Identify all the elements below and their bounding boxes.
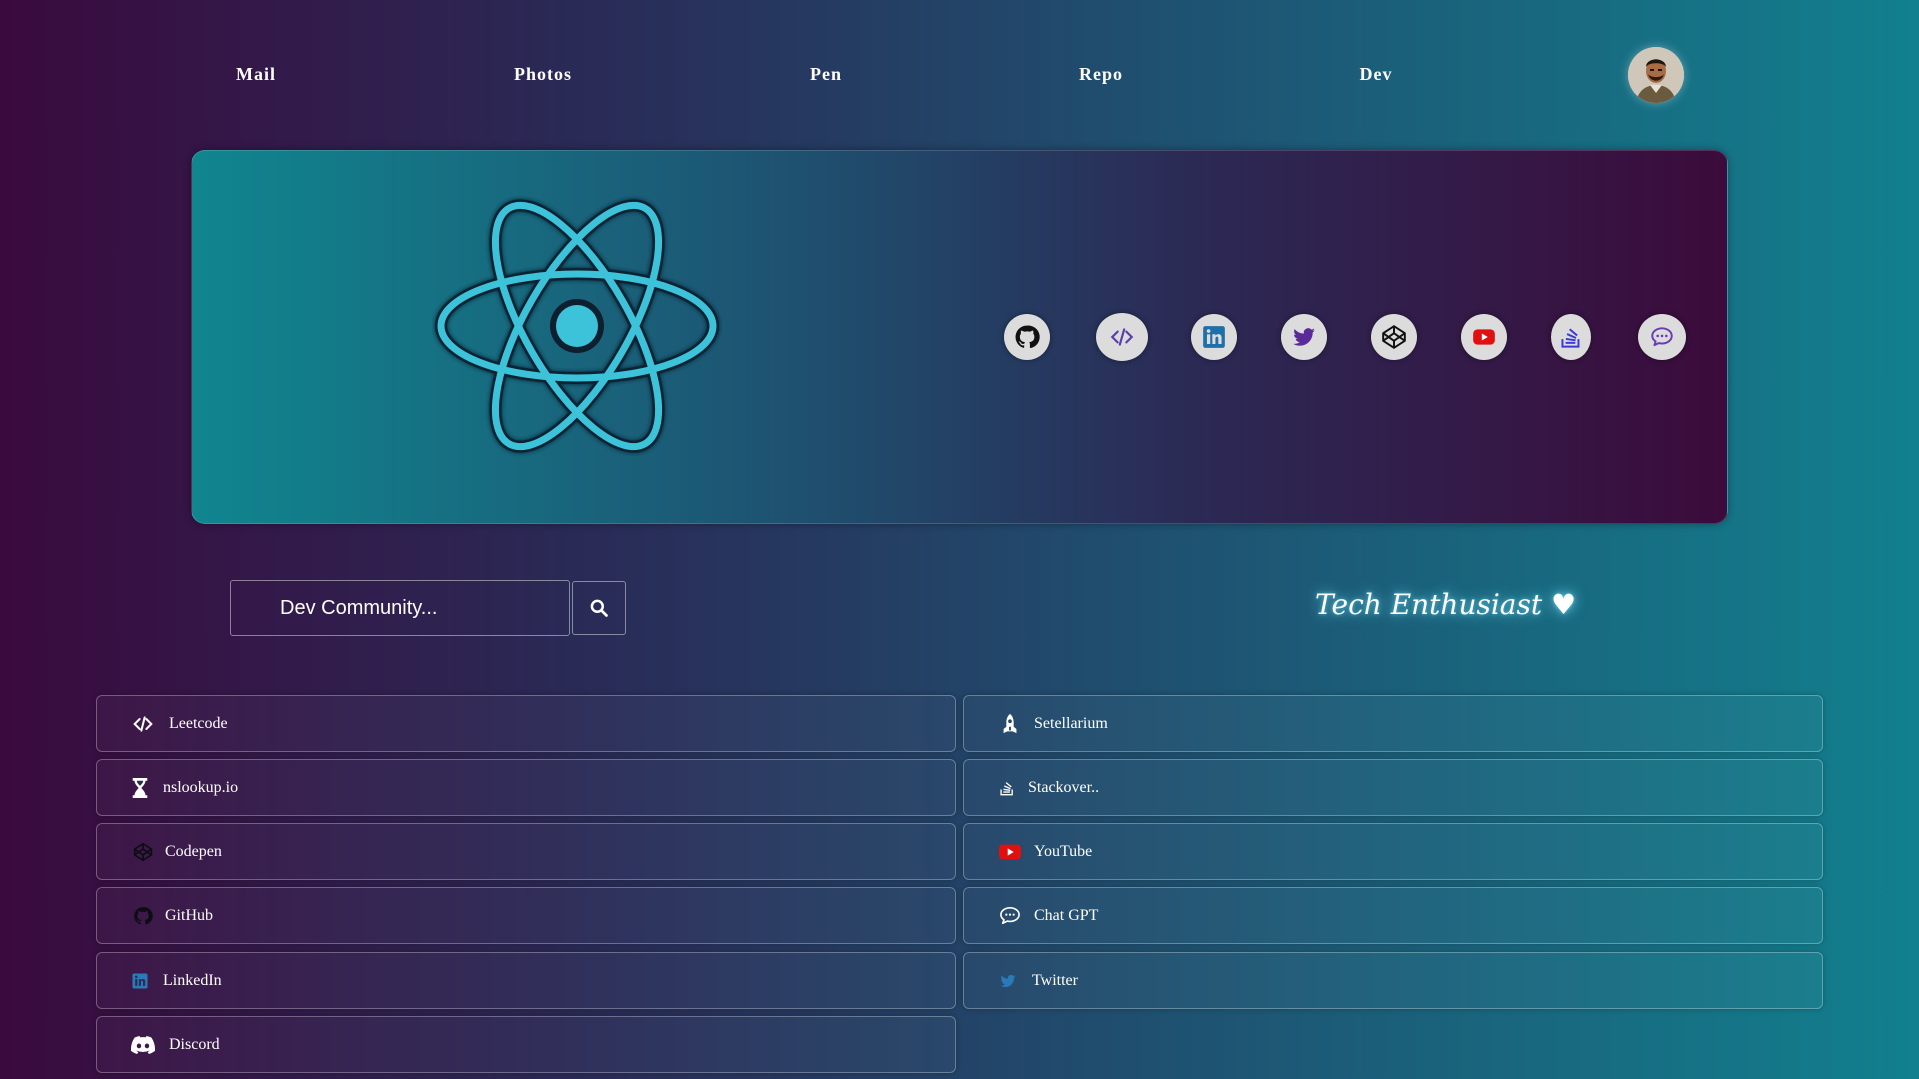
rocket-icon [998,712,1022,736]
link-label: Discord [169,1035,220,1053]
link-label: LinkedIn [163,971,222,989]
user-avatar-icon [1628,47,1684,103]
link-label: Leetcode [169,714,228,732]
hero-banner [191,150,1728,524]
hourglass-icon [131,776,149,800]
link-nslookup[interactable]: nslookup.io [96,759,956,816]
discord-icon [131,1033,155,1057]
link-label: GitHub [165,906,213,924]
chat-icon[interactable] [1638,314,1686,360]
codepen-icon[interactable] [1371,314,1417,360]
link-label: Chat GPT [1034,906,1099,924]
link-chatgpt[interactable]: Chat GPT [963,887,1823,944]
stackoverflow-icon[interactable] [1551,314,1591,360]
social-icons-row [1004,313,1694,361]
search-input[interactable] [230,580,570,636]
nav-link-mail[interactable]: Mail [236,64,276,85]
nav-link-dev[interactable]: Dev [1360,64,1393,85]
link-leetcode[interactable]: Leetcode [96,695,956,752]
link-label: Setellarium [1034,714,1108,732]
search-button[interactable] [572,581,626,635]
chat-icon [998,904,1022,928]
nav-link-pen[interactable]: Pen [810,64,842,85]
user-avatar[interactable] [1628,47,1684,103]
twitter-icon[interactable] [1281,314,1327,360]
link-github[interactable]: GitHub [96,887,956,944]
link-youtube[interactable]: YouTube [963,823,1823,880]
link-discord[interactable]: Discord [96,1016,956,1073]
nav-link-photos[interactable]: Photos [514,64,572,85]
tagline: Tech Enthusiast ♥ [1315,588,1577,621]
stackoverflow-icon [998,776,1016,800]
react-atom-icon [435,199,719,453]
link-twitter[interactable]: Twitter [963,952,1823,1009]
youtube-icon [998,840,1022,864]
code-icon[interactable] [1096,313,1148,361]
link-label: Stackover.. [1028,778,1100,796]
link-label: nslookup.io [163,778,239,796]
github-icon[interactable] [1004,314,1050,360]
link-codepen[interactable]: Codepen [96,823,956,880]
link-linkedin[interactable]: LinkedIn [96,952,956,1009]
linkedin-icon [131,969,149,993]
link-label: Codepen [165,842,222,860]
top-nav: Mail Photos Pen Repo Dev [0,0,1919,150]
codepen-icon [131,840,155,864]
link-label: YouTube [1034,842,1093,860]
nav-link-repo[interactable]: Repo [1079,64,1123,85]
code-icon [131,712,155,736]
twitter-icon [998,969,1018,993]
youtube-icon[interactable] [1461,314,1507,360]
link-label: Twitter [1032,971,1078,989]
link-setellarium[interactable]: Setellarium [963,695,1823,752]
search-icon [590,599,608,617]
github-icon [131,904,155,928]
linkedin-icon[interactable] [1191,314,1237,360]
link-stackoverflow[interactable]: Stackover.. [963,759,1823,816]
